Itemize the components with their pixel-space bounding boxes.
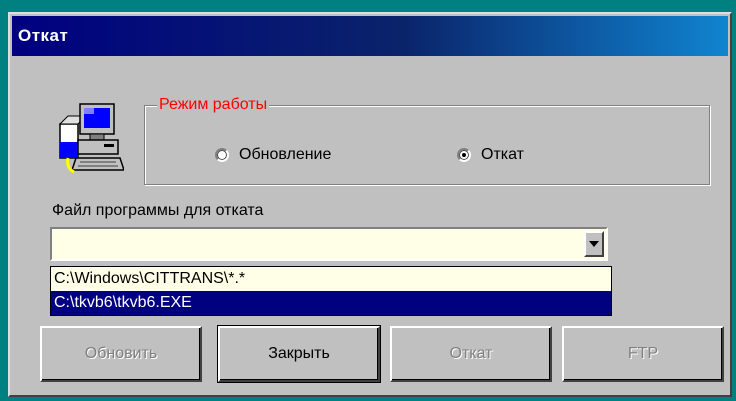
window-title: Откат — [18, 26, 69, 45]
title-bar[interactable]: Откат — [12, 16, 728, 56]
combobox-dropdown-button[interactable] — [584, 231, 604, 257]
rollback-dialog: Откат Режим работы Обновление Откат Файл… — [8, 12, 732, 397]
radio-update-circle[interactable] — [215, 148, 229, 162]
mode-group-title: Режим работы — [157, 95, 270, 115]
close-button[interactable]: Закрыть — [217, 325, 381, 383]
radio-update-label: Обновление — [239, 146, 332, 163]
file-dropdown-list: C:\Windows\CITTRANS\*.* C:\tkvb6\tkvb6.E… — [50, 266, 612, 316]
mode-groupbox: Режим работы Обновление Откат — [144, 95, 710, 185]
dropdown-item-cittrans[interactable]: C:\Windows\CITTRANS\*.* — [51, 267, 611, 291]
file-label: Файл программы для отката — [52, 202, 264, 219]
radio-rollback[interactable]: Откат — [457, 146, 524, 164]
dropdown-item-tkvb6[interactable]: C:\tkvb6\tkvb6.EXE — [51, 291, 611, 315]
radio-update[interactable]: Обновление — [215, 146, 331, 164]
rollback-button[interactable]: Откат — [390, 326, 552, 382]
radio-selected-dot — [462, 153, 466, 157]
update-button[interactable]: Обновить — [40, 326, 202, 382]
ftp-button[interactable]: FTP — [562, 326, 724, 382]
radio-rollback-circle[interactable] — [457, 148, 471, 162]
chevron-down-icon — [589, 241, 599, 247]
computer-setup-icon — [54, 96, 126, 176]
file-combobox[interactable] — [50, 227, 608, 261]
radio-rollback-label: Откат — [481, 146, 524, 163]
